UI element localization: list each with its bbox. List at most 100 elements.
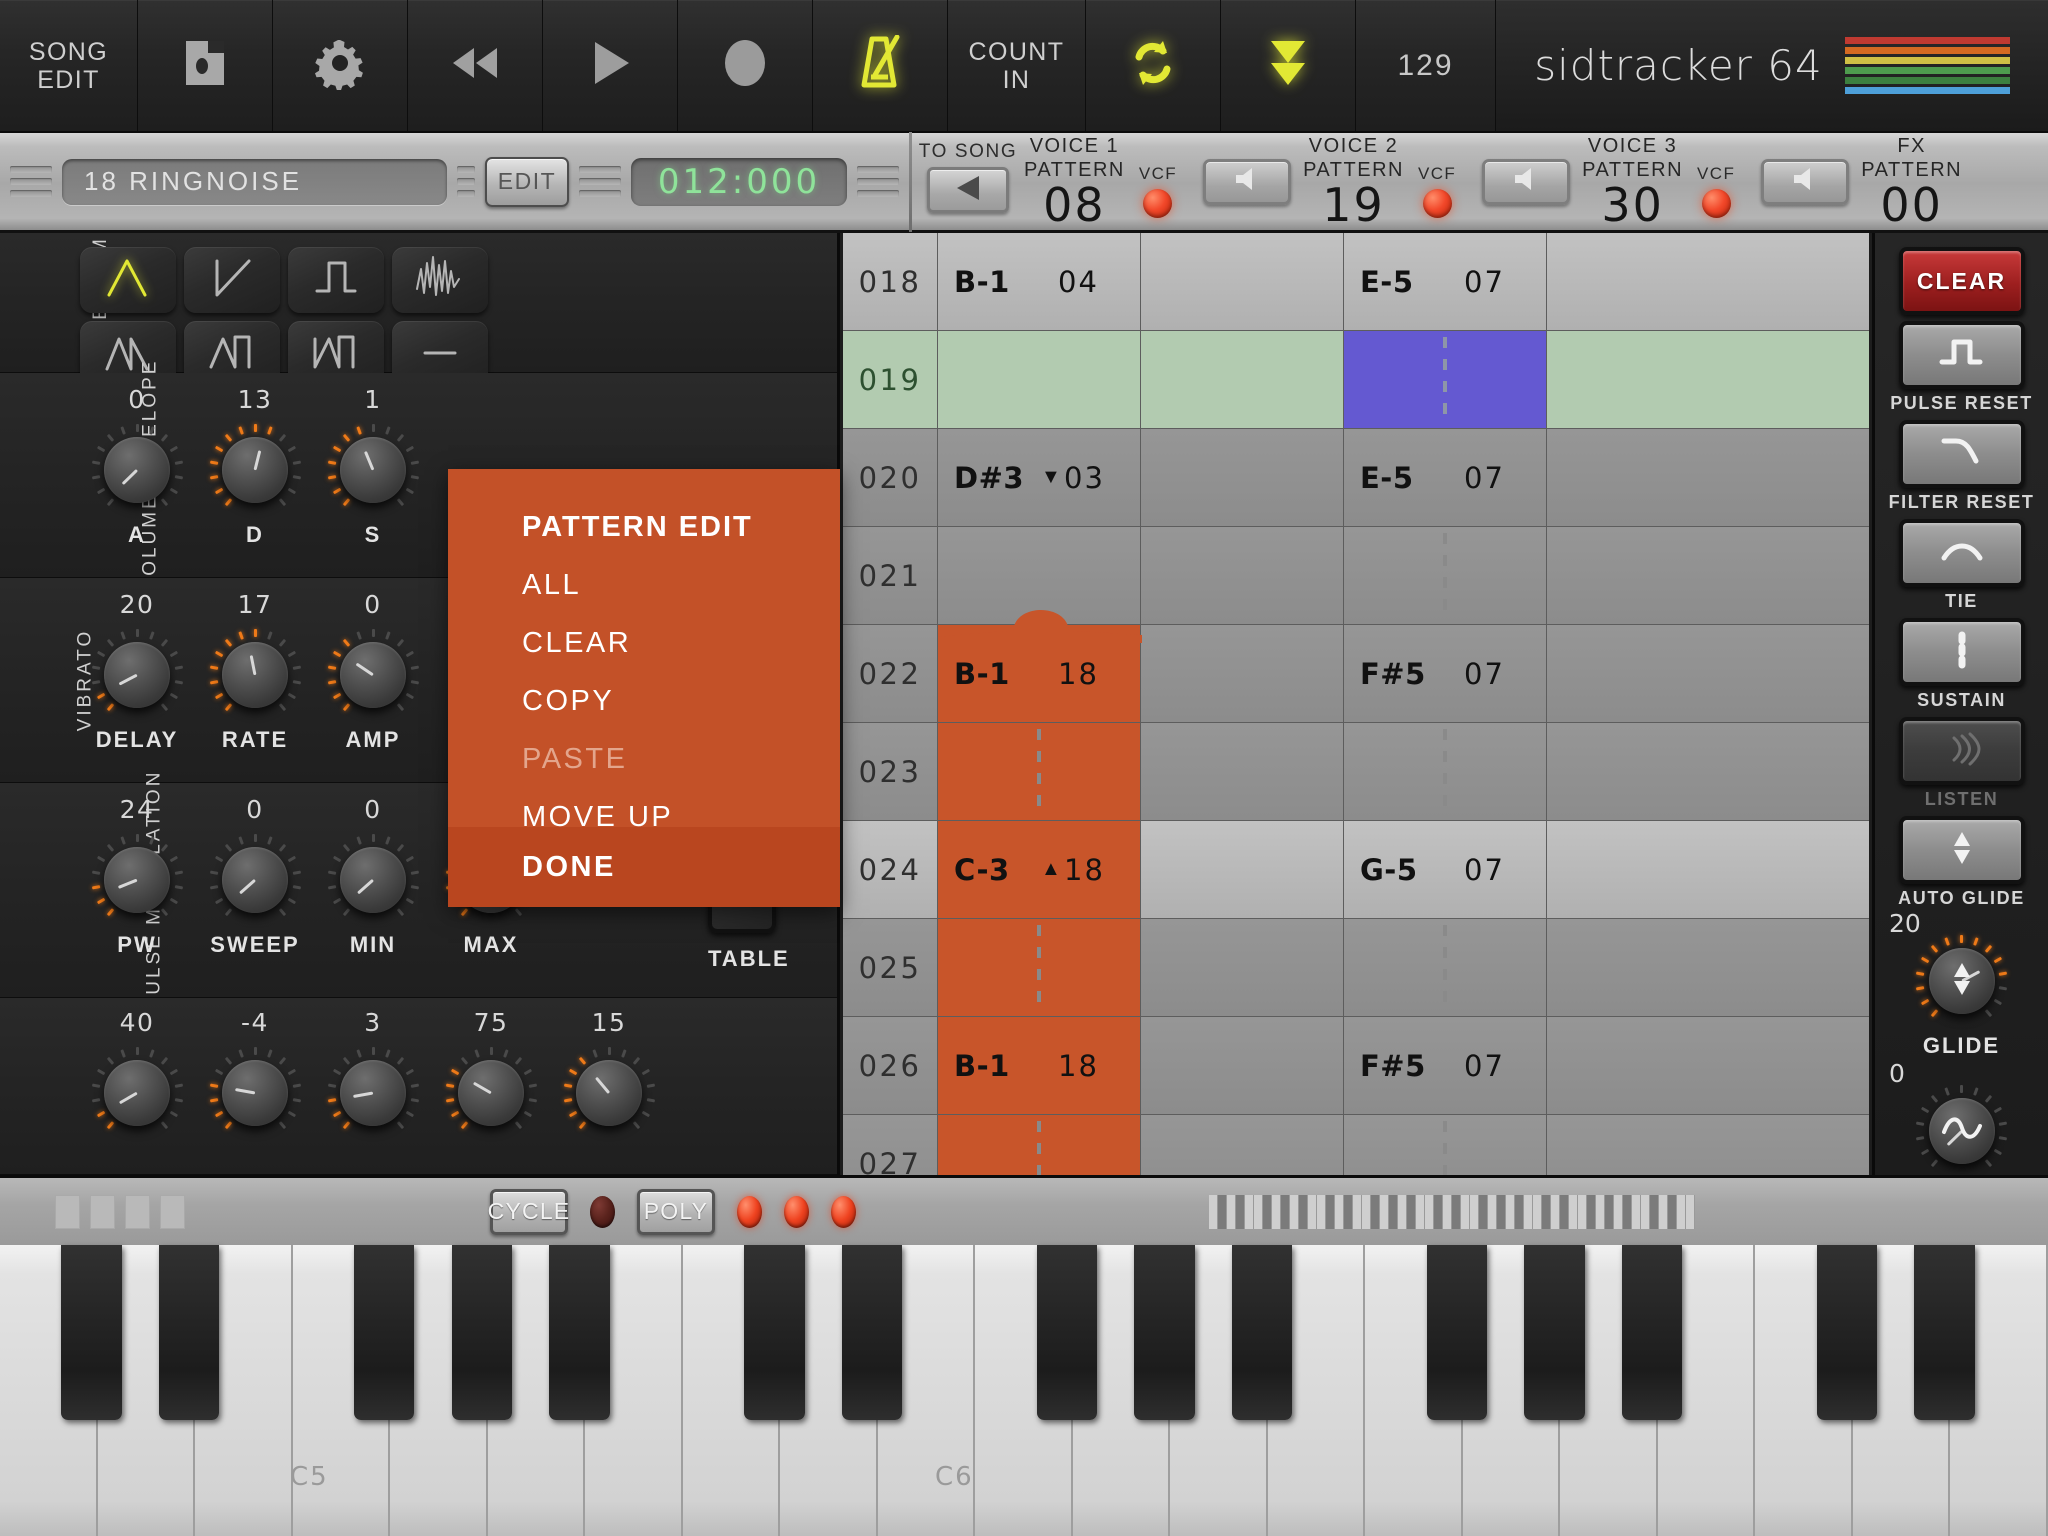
mini-key[interactable] [1218, 1194, 1227, 1229]
tracker-cell-voice-2[interactable] [1141, 1017, 1344, 1114]
settings-button[interactable] [273, 0, 408, 131]
mini-key[interactable] [1254, 1194, 1263, 1229]
pattern-edit-done-button[interactable]: DONE [448, 827, 840, 907]
tracker-cell-voice-2[interactable] [1141, 625, 1344, 722]
mini-key[interactable] [1308, 1194, 1317, 1229]
tracker-cell-voice-3[interactable]: E-5 07 [1344, 233, 1547, 330]
mini-key[interactable] [1560, 1194, 1569, 1229]
count-in-button[interactable]: COUNT IN [948, 0, 1086, 131]
auto-glide-button[interactable] [1898, 816, 2025, 884]
pulse-modulation-sweep-knob[interactable] [208, 833, 302, 927]
filter-knob-0-dial[interactable] [90, 1046, 184, 1140]
mini-key[interactable] [1434, 1194, 1443, 1229]
tracker-cell-voice-1[interactable]: B-1 04 [938, 233, 1141, 330]
volume-envelope-a-knob[interactable] [90, 423, 184, 517]
filter-knob-4-dial[interactable] [562, 1046, 656, 1140]
sustain-button[interactable] [1898, 618, 2025, 686]
table-row[interactable]: 022 B-1 18 F#5 07 [843, 625, 1869, 723]
mini-key[interactable] [1587, 1194, 1596, 1229]
filter-knob-1[interactable]: -4 [196, 1008, 314, 1140]
tracker-cell-voice-1[interactable] [938, 331, 1141, 428]
black-key[interactable] [158, 1245, 220, 1420]
mini-key[interactable] [1686, 1194, 1695, 1229]
tie-button[interactable] [1898, 519, 2025, 587]
clear-button[interactable]: CLEAR [1898, 247, 2025, 315]
pulse-reset-button[interactable] [1898, 321, 2025, 389]
filter-knob-2-dial[interactable] [326, 1046, 420, 1140]
mini-key[interactable] [1227, 1194, 1236, 1229]
black-key[interactable] [1621, 1245, 1683, 1420]
tracker-cell-voice-3[interactable]: F#5 07 [1344, 625, 1547, 722]
filter-knob-3-dial[interactable] [444, 1046, 538, 1140]
black-key[interactable] [841, 1245, 903, 1420]
instrument-field[interactable]: 18 RINGNOISE [62, 158, 447, 205]
tracker-cell-voice-2[interactable] [1141, 919, 1344, 1016]
filter-knob-2[interactable]: 3 [314, 1008, 432, 1140]
black-key[interactable] [451, 1245, 512, 1420]
tracker-cell-voice-3[interactable]: G-5 07 [1344, 821, 1547, 918]
mini-key[interactable] [1209, 1194, 1218, 1229]
filter-knob-4[interactable]: 15 [550, 1008, 668, 1140]
tracker-cell-voice-3[interactable] [1344, 723, 1547, 820]
table-row[interactable]: 026 B-1 18 F#5 07 [843, 1017, 1869, 1115]
voice-led-3[interactable] [831, 1195, 856, 1228]
black-key[interactable] [1231, 1245, 1293, 1420]
voice-3-mute-button[interactable] [1761, 158, 1850, 205]
black-key[interactable] [1524, 1245, 1585, 1420]
black-key[interactable] [549, 1245, 610, 1420]
mini-key[interactable] [1461, 1194, 1470, 1229]
mini-key[interactable] [1335, 1194, 1344, 1229]
mini-key[interactable] [1479, 1194, 1488, 1229]
tracker-cell-voice-3[interactable]: E-5 07 [1344, 429, 1547, 526]
mini-key[interactable] [1569, 1194, 1578, 1229]
tracker-cell-voice-2[interactable] [1141, 429, 1344, 526]
mini-keyboard-overview[interactable] [1209, 1194, 1695, 1229]
tracker-cell-voice-3[interactable] [1344, 1115, 1547, 1175]
mini-key[interactable] [1272, 1194, 1281, 1229]
tracker-cell-voice-3[interactable] [1344, 331, 1547, 428]
black-key[interactable] [1036, 1245, 1098, 1420]
tracker-cell-voice-3[interactable]: F#5 07 [1344, 1017, 1547, 1114]
voice-1-vcf-led[interactable] [1143, 188, 1173, 218]
black-key[interactable] [61, 1245, 122, 1420]
mini-key[interactable] [1326, 1194, 1335, 1229]
volume-envelope-d-knob[interactable] [208, 423, 302, 517]
voice-3-pattern[interactable]: VOICE 3 PATTERN 30 [1582, 132, 1683, 232]
tracker-cell-voice-2[interactable] [1141, 331, 1344, 428]
mini-key[interactable] [1236, 1194, 1245, 1229]
voice-2-pattern[interactable]: VOICE 2 PATTERN 19 [1303, 132, 1404, 232]
tracker-cell-voice-1[interactable]: D#3 ▼ 03 [938, 429, 1141, 526]
mini-key[interactable] [1344, 1194, 1353, 1229]
mini-key[interactable] [1677, 1194, 1686, 1229]
mini-key[interactable] [1380, 1194, 1389, 1229]
mini-key[interactable] [1596, 1194, 1605, 1229]
tracker-cell-voice-2[interactable] [1141, 527, 1344, 624]
mini-key[interactable] [1452, 1194, 1461, 1229]
waveform-button-sawtooth[interactable] [184, 247, 280, 313]
vibrato-delay-knob[interactable] [90, 628, 184, 722]
mini-key[interactable] [1281, 1194, 1290, 1229]
voice-1-pattern[interactable]: VOICE 1 PATTERN 08 [1024, 132, 1125, 232]
tracker-cell-voice-1[interactable]: C-3 ▲ 18 [938, 821, 1141, 918]
table-row[interactable]: 019 [843, 331, 1869, 429]
black-key[interactable] [354, 1245, 415, 1420]
filter-knob-1-dial[interactable] [208, 1046, 302, 1140]
black-key[interactable] [744, 1245, 805, 1420]
mini-key[interactable] [1317, 1194, 1326, 1229]
table-row[interactable]: 021 [843, 527, 1869, 625]
poly-button[interactable]: POLY [637, 1188, 715, 1235]
to-song-button[interactable] [927, 167, 1009, 214]
tracker-cell-voice-1[interactable] [938, 527, 1141, 624]
mini-key[interactable] [1533, 1194, 1542, 1229]
mini-key[interactable] [1614, 1194, 1623, 1229]
mini-key[interactable] [1497, 1194, 1506, 1229]
metronome-button[interactable] [813, 0, 948, 131]
mini-key[interactable] [1299, 1194, 1308, 1229]
mini-key[interactable] [1362, 1194, 1371, 1229]
mini-key[interactable] [1542, 1194, 1551, 1229]
pattern-edit-item-copy[interactable]: COPY [448, 660, 840, 718]
mini-key[interactable] [1290, 1194, 1299, 1229]
voice-2-vcf[interactable]: VCF [1418, 132, 1456, 232]
vibrato-amp-knob[interactable] [326, 628, 420, 722]
edit-button[interactable]: EDIT [485, 156, 569, 207]
